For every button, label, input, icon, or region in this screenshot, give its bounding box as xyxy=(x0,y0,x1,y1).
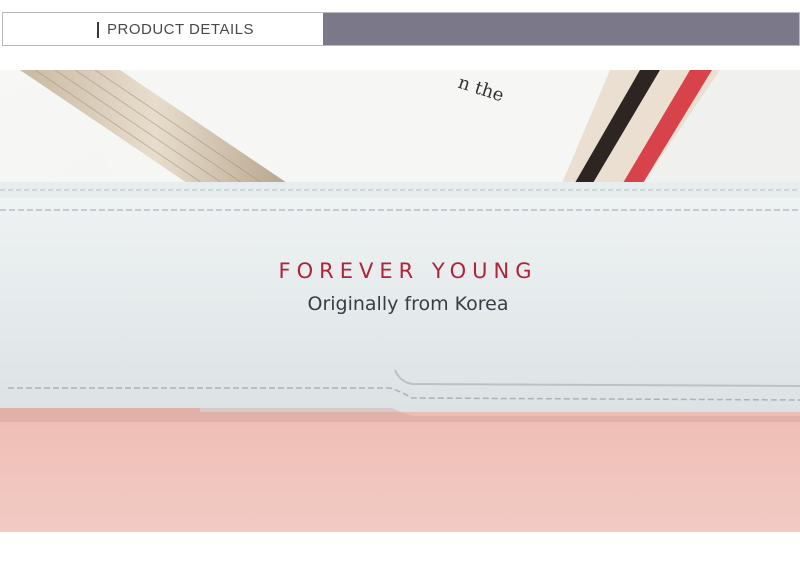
header-title: PRODUCT DETAILS xyxy=(107,21,254,38)
header-color-band xyxy=(323,13,799,45)
product-photo: n the FOREVER YOUNG Originally from Kore… xyxy=(0,70,800,532)
section-header: PRODUCT DETAILS xyxy=(2,12,800,46)
brand-name: FOREVER YOUNG xyxy=(278,259,538,283)
header-accent-bar xyxy=(97,22,99,38)
header-title-panel: PRODUCT DETAILS xyxy=(3,13,323,45)
brand-tagline: Originally from Korea xyxy=(307,293,509,315)
